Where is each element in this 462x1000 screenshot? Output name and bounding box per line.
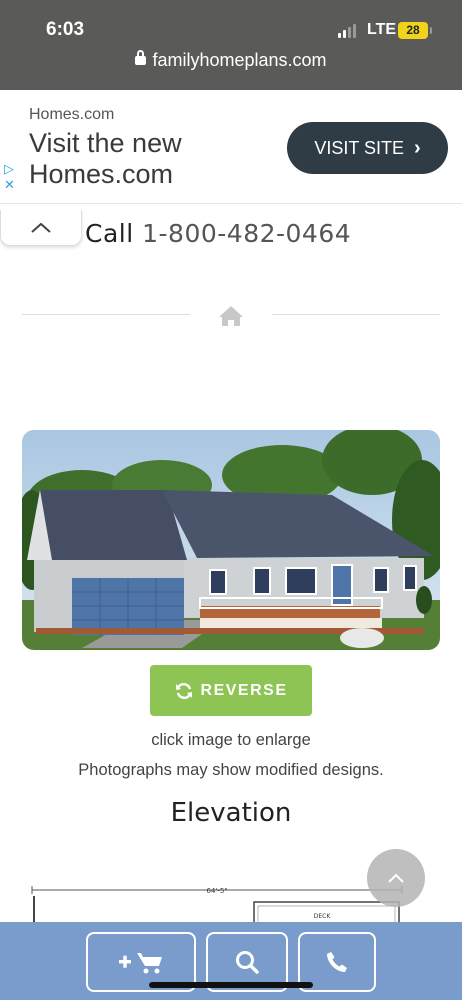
plan-room-label: DECK xyxy=(314,913,332,920)
lock-icon xyxy=(135,50,147,65)
visit-site-button[interactable]: VISIT SITE › xyxy=(287,122,448,174)
refresh-icon xyxy=(175,682,192,699)
url-text: familyhomeplans.com xyxy=(152,50,327,70)
adchoices-icon[interactable]: ▷ ✕ xyxy=(4,162,15,194)
reverse-button[interactable]: REVERSE xyxy=(150,665,312,716)
home-icon xyxy=(219,306,243,326)
add-to-cart-icon xyxy=(119,953,162,974)
call-phone-link[interactable]: Call 1-800-482-0464 xyxy=(85,219,351,248)
status-time: 6:03 xyxy=(46,19,85,40)
divider-right xyxy=(272,314,440,315)
home-indicator xyxy=(149,982,313,988)
signal-icon xyxy=(338,24,356,38)
ad-banner[interactable]: Homes.com Visit the new Homes.com VISIT … xyxy=(0,90,462,204)
phone-number: 1-800-482-0464 xyxy=(142,219,352,248)
search-icon xyxy=(236,951,259,974)
house-elevation-image[interactable] xyxy=(22,430,440,650)
section-title: Elevation xyxy=(170,798,292,828)
chevron-up-icon xyxy=(388,873,404,883)
visit-site-label: VISIT SITE xyxy=(314,137,405,158)
divider-left xyxy=(22,314,190,315)
browser-chrome: 6:03 LTE 28 familyhomeplans.com xyxy=(0,0,462,90)
collapse-ad-button[interactable] xyxy=(0,210,82,246)
photo-disclaimer: Photographs may show modified designs. xyxy=(78,761,384,779)
bottom-action-bar xyxy=(0,922,462,1000)
reverse-label: REVERSE xyxy=(200,681,288,699)
battery-icon: 28 xyxy=(398,22,432,39)
floor-plan-preview[interactable]: 64'-5" DECK xyxy=(22,882,422,927)
network-label: LTE xyxy=(367,21,397,38)
phone-icon xyxy=(327,952,347,972)
ad-brand: Homes.com xyxy=(29,106,115,123)
enlarge-hint: click image to enlarge xyxy=(151,731,311,749)
scroll-to-top-button[interactable] xyxy=(367,849,425,907)
plan-dimension: 64'-5" xyxy=(206,887,227,895)
ad-headline: Visit the new Homes.com xyxy=(29,128,182,189)
call-label: Call xyxy=(85,219,134,248)
chevron-right-icon: › xyxy=(414,136,421,159)
address-bar[interactable]: familyhomeplans.com xyxy=(0,50,462,71)
chevron-up-icon xyxy=(31,222,51,233)
